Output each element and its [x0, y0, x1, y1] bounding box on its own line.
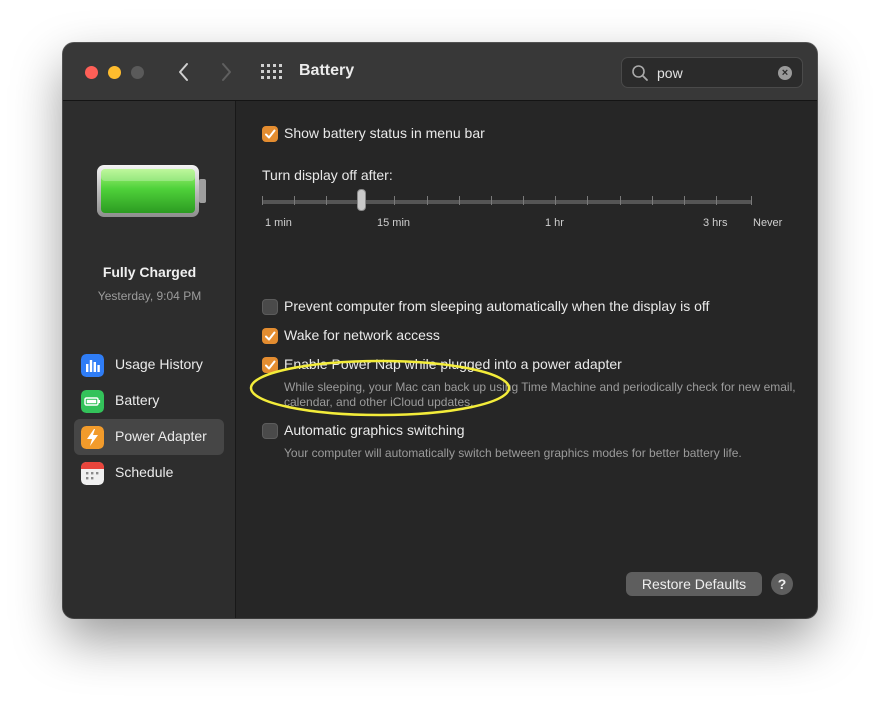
slider-tick: [652, 196, 653, 205]
sidebar: Fully Charged Yesterday, 9:04 PM Usage H…: [63, 101, 236, 618]
minimize-window-button[interactable]: [108, 66, 121, 79]
battery-full-icon: [97, 165, 206, 217]
slider-tick: [523, 196, 524, 205]
display-off-slider-thumb[interactable]: [357, 189, 366, 211]
bar-chart-icon: [81, 354, 104, 377]
clear-search-icon[interactable]: ×: [778, 66, 792, 80]
slider-tick: [294, 196, 295, 205]
sidebar-item-label: Battery: [115, 392, 160, 408]
settings-pane: Show battery status in menu bar Turn dis…: [237, 101, 817, 618]
checkmark-icon: [265, 129, 276, 139]
sidebar-item-power-adapter[interactable]: Power Adapter: [74, 419, 224, 455]
slider-tick: [394, 196, 395, 205]
sidebar-item-usage-history[interactable]: Usage History: [74, 347, 224, 383]
sidebar-item-label: Power Adapter: [115, 428, 207, 444]
power-nap-description: While sleeping, your Mac can back up usi…: [284, 380, 796, 409]
battery-status-time: Yesterday, 9:04 PM: [97, 289, 202, 303]
sidebar-item-battery[interactable]: Battery: [74, 383, 224, 419]
slider-tick: [587, 196, 588, 205]
display-off-slider-track[interactable]: [262, 200, 752, 204]
slider-tick: [716, 196, 717, 205]
chevron-right-icon: [222, 63, 231, 81]
slider-tick: [427, 196, 428, 205]
wake-network-label: Wake for network access: [284, 327, 440, 343]
graphics-switching-description: Your computer will automatically switch …: [284, 446, 742, 460]
prevent-sleep-label: Prevent computer from sleeping automatic…: [284, 298, 710, 314]
slider-tick: [459, 196, 460, 205]
preferences-window: Battery pow × Fully Charged Yesterday, 9…: [63, 43, 817, 618]
close-window-button[interactable]: [85, 66, 98, 79]
slider-tick-label: 3 hrs: [703, 217, 728, 229]
slider-tick: [262, 196, 263, 205]
display-off-label: Turn display off after:: [262, 167, 393, 183]
slider-tick: [491, 196, 492, 205]
help-button[interactable]: ?: [771, 573, 793, 595]
sidebar-item-label: Usage History: [115, 356, 203, 372]
battery-status-title: Fully Charged: [102, 264, 197, 280]
checkmark-icon: [265, 360, 276, 370]
power-nap-checkbox[interactable]: [262, 357, 278, 373]
search-icon: [632, 65, 648, 81]
prevent-sleep-checkbox[interactable]: [262, 299, 278, 315]
show-battery-status-checkbox[interactable]: [262, 126, 278, 142]
zoom-window-button[interactable]: [131, 66, 144, 79]
title-bar: Battery pow ×: [63, 43, 817, 101]
slider-tick: [684, 196, 685, 205]
forward-button[interactable]: [215, 59, 237, 85]
back-button[interactable]: [173, 59, 195, 85]
sidebar-item-label: Schedule: [115, 464, 174, 480]
graphics-switching-label: Automatic graphics switching: [284, 422, 465, 438]
window-title: Battery: [299, 62, 355, 79]
power-nap-label: Enable Power Nap while plugged into a po…: [284, 356, 622, 372]
sidebar-item-schedule[interactable]: Schedule: [74, 455, 224, 491]
grid-icon: [261, 64, 282, 79]
calendar-icon: [81, 462, 104, 485]
slider-tick-label: 15 min: [377, 217, 411, 229]
slider-tick: [555, 196, 556, 205]
chevron-left-icon: [179, 63, 188, 81]
slider-tick: [751, 196, 752, 205]
slider-tick-label: Never: [753, 217, 783, 229]
battery-icon: [81, 390, 104, 413]
checkmark-icon: [265, 331, 276, 341]
search-input[interactable]: pow: [657, 65, 683, 81]
slider-tick: [620, 196, 621, 205]
slider-tick: [326, 196, 327, 205]
graphics-switching-checkbox[interactable]: [262, 423, 278, 439]
show-all-button[interactable]: [260, 62, 282, 82]
show-battery-status-label: Show battery status in menu bar: [284, 125, 485, 141]
search-field[interactable]: pow ×: [621, 57, 803, 88]
slider-tick-label: 1 hr: [545, 217, 564, 229]
restore-defaults-button[interactable]: Restore Defaults: [626, 572, 762, 596]
lightning-icon: [81, 426, 104, 449]
slider-tick-label: 1 min: [265, 217, 292, 229]
wake-network-checkbox[interactable]: [262, 328, 278, 344]
